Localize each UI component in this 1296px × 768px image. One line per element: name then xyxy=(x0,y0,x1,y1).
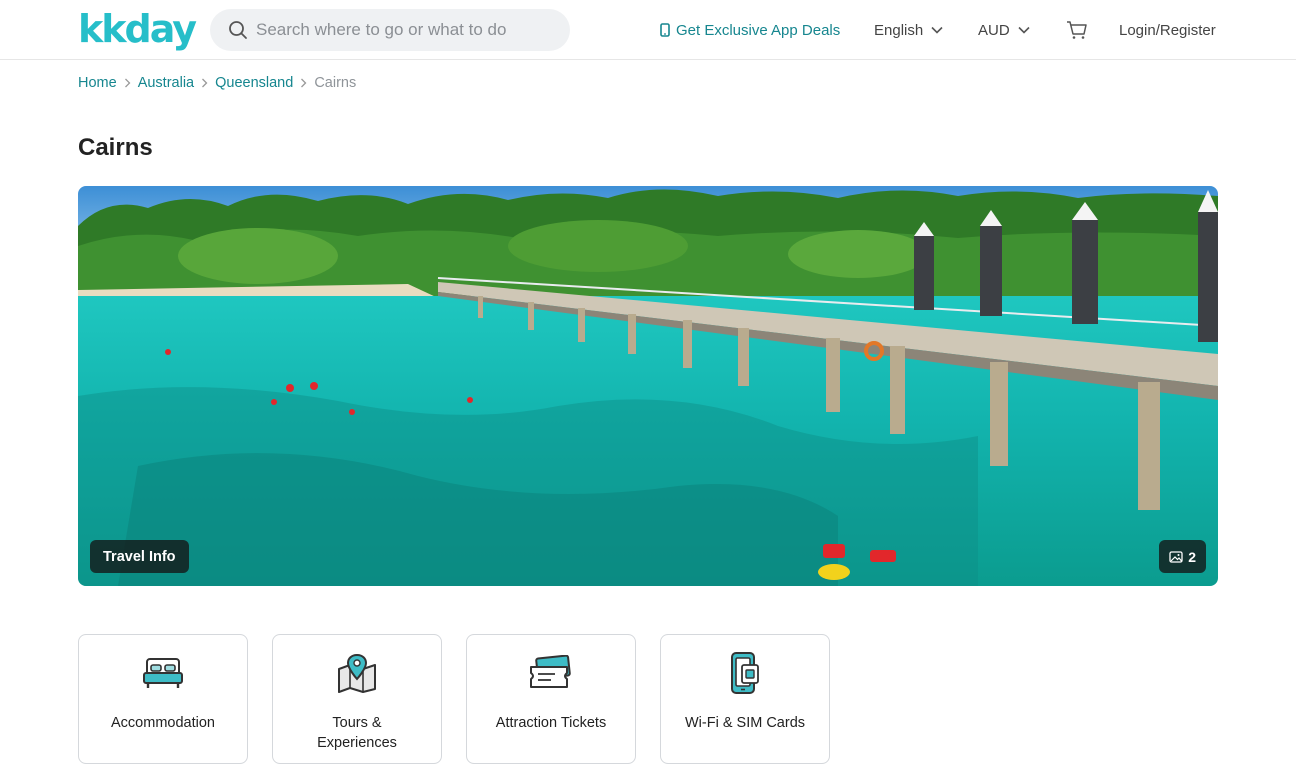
category-wifi-sim[interactable]: Wi-Fi & SIM Cards xyxy=(660,634,830,764)
language-label: English xyxy=(874,21,924,39)
app-deals-link[interactable]: Get Exclusive App Deals xyxy=(660,0,840,60)
category-attraction-tickets[interactable]: Attraction Tickets xyxy=(466,634,636,764)
shopping-cart-icon xyxy=(1067,21,1087,39)
photo-gallery-button[interactable]: 2 xyxy=(1159,540,1206,573)
photo-count-label: 2 xyxy=(1188,548,1196,565)
chevron-right-icon xyxy=(300,78,307,88)
hero-image[interactable]: Travel Info 2 xyxy=(78,186,1218,586)
ticket-icon xyxy=(529,651,573,695)
language-selector[interactable]: English xyxy=(874,0,943,60)
category-list: Accommodation Tours & Experiences Attrac… xyxy=(78,634,854,764)
page-title: Cairns xyxy=(78,134,153,161)
breadcrumb-home[interactable]: Home xyxy=(78,75,117,91)
breadcrumb-queensland[interactable]: Queensland xyxy=(215,75,293,91)
currency-selector[interactable]: AUD xyxy=(978,0,1030,60)
top-header: kkday Get Exclusive App Deals English AU… xyxy=(0,0,1296,60)
chevron-down-icon xyxy=(931,26,943,34)
breadcrumb-current: Cairns xyxy=(314,75,357,91)
phone-sim-icon xyxy=(728,651,762,695)
currency-label: AUD xyxy=(978,21,1010,39)
logo-text: kkday xyxy=(78,7,197,51)
category-accommodation[interactable]: Accommodation xyxy=(78,634,248,764)
travel-info-label: Travel Info xyxy=(103,548,176,565)
breadcrumb-australia[interactable]: Australia xyxy=(138,75,194,91)
login-label: Login/Register xyxy=(1119,21,1216,39)
category-tours-experiences[interactable]: Tours & Experiences xyxy=(272,634,442,764)
search-bar[interactable] xyxy=(210,9,570,51)
search-icon xyxy=(229,21,247,39)
hero-photo xyxy=(78,186,1218,586)
category-label: Accommodation xyxy=(111,715,215,731)
login-register-link[interactable]: Login/Register xyxy=(1119,0,1216,60)
category-label: Tours & Experiences xyxy=(317,715,397,751)
travel-info-button[interactable]: Travel Info xyxy=(90,540,189,573)
chevron-right-icon xyxy=(124,78,131,88)
category-label: Wi-Fi & SIM Cards xyxy=(684,715,806,731)
chevron-down-icon xyxy=(1018,26,1030,34)
cart-button[interactable] xyxy=(1066,0,1088,60)
breadcrumb: Home Australia Queensland Cairns xyxy=(78,74,356,92)
search-input[interactable] xyxy=(256,20,556,40)
kkday-logo[interactable]: kkday xyxy=(78,7,197,51)
mobile-phone-icon xyxy=(660,23,670,37)
map-pin-icon xyxy=(336,651,378,695)
category-label: Attraction Tickets xyxy=(495,715,607,731)
bed-icon xyxy=(142,651,184,695)
image-icon xyxy=(1169,550,1183,563)
app-deals-label: Get Exclusive App Deals xyxy=(676,21,841,39)
chevron-right-icon xyxy=(201,78,208,88)
